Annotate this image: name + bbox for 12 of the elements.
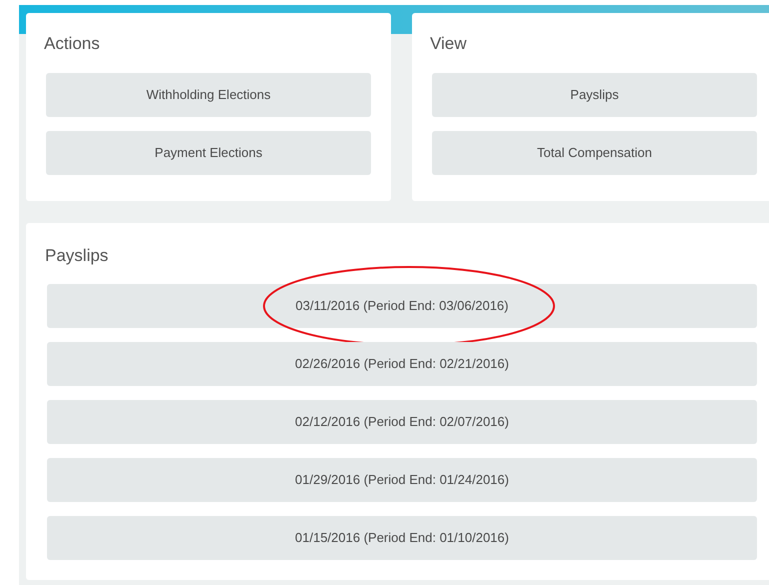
section-title: View	[430, 33, 468, 55]
action-button[interactable]: Total Compensation	[432, 131, 757, 175]
section-title: Payslips	[45, 245, 110, 267]
section-title: Actions	[44, 33, 101, 55]
payslip-row[interactable]: 01/29/2016 (Period End: 01/24/2016)	[47, 458, 757, 502]
payslip-row[interactable]: 01/15/2016 (Period End: 01/10/2016)	[47, 516, 757, 560]
payslip-row[interactable]: 03/11/2016 (Period End: 03/06/2016)	[47, 284, 757, 328]
action-button[interactable]: Payslips	[432, 73, 757, 117]
action-button[interactable]: Withholding Elections	[46, 73, 371, 117]
action-button[interactable]: Payment Elections	[46, 131, 371, 175]
payslip-row[interactable]: 02/12/2016 (Period End: 02/07/2016)	[47, 400, 757, 444]
payslip-row[interactable]: 02/26/2016 (Period End: 02/21/2016)	[47, 342, 757, 386]
